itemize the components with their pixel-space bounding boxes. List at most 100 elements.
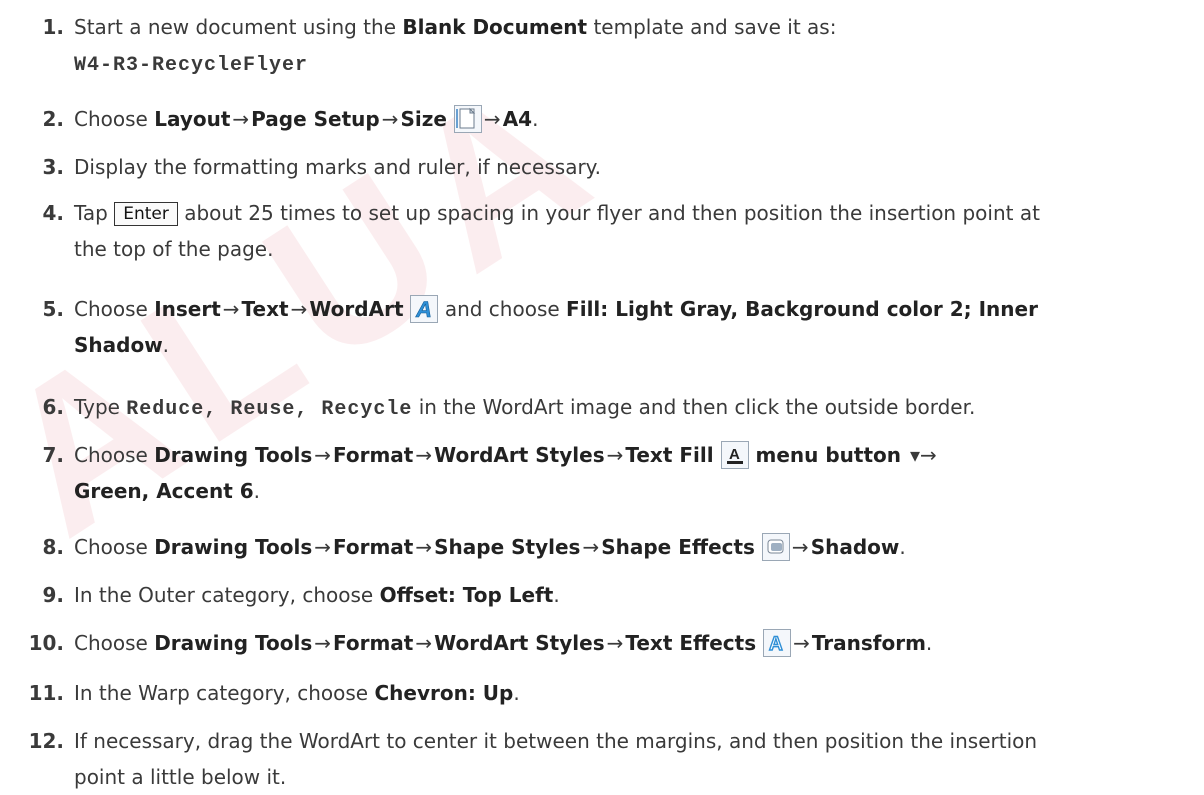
text-fill-icon: A [720,441,749,469]
step-text: . [899,535,906,559]
step-line: the top of the page. [74,232,1199,267]
arrow-separator: → [314,535,332,559]
step-text: Display the formatting marks and ruler, … [74,155,602,179]
step-bold-text: Drawing Tools [154,443,313,467]
step-text: Tap [74,201,115,225]
step-line: Choose Drawing Tools → Format → WordArt Styl… [74,626,1199,661]
step-bold-text: Shadow [74,333,163,357]
step-text: Choose [74,631,155,655]
text-effects-icon: A [763,629,792,657]
step-bold-text: Format [333,443,414,467]
arrow-separator: → [483,107,501,131]
step-text: the top of the page. [74,237,274,261]
step-text: about 25 times to set up spacing in your… [177,201,1040,225]
step-line: Choose Drawing Tools → Format → Shape Styles… [74,530,1199,565]
svg-text:A: A [769,634,783,655]
shape-effects-icon [761,533,790,561]
step-text: in the WordArt image and then click the … [412,395,976,419]
step-line: Start a new document using the Blank Doc… [74,10,1199,45]
step-bold-text: Text Fill [625,443,721,467]
step-bold-text: menu button [748,443,908,467]
step-bold-text: Page Setup [251,107,380,131]
step-text: . [162,333,170,357]
step-line: Green, Accent 6. [74,474,1199,509]
step-bold-text: Chevron: Up [374,681,514,705]
step-bold-text: WordArt [309,297,411,321]
arrow-separator: → [222,297,240,321]
arrow-separator: → [606,631,624,655]
svg-text:A: A [729,446,740,463]
step-line: In the Warp category, choose Chevron: Up… [74,676,1199,711]
step-bold-text: Format [333,535,414,559]
step-number: 9. [42,583,64,607]
step-bold-text: Blank Document [402,15,588,39]
step-text: and choose [438,297,567,321]
arrow-separator: ▾→ [909,443,937,467]
wordart-icon: A [410,295,439,323]
step-bold-text: Size [400,107,454,131]
code-text: W4-R3-RecycleFlyer [74,54,309,77]
arrow-separator: → [582,535,600,559]
step-line: Display the formatting marks and ruler, … [74,150,1199,185]
step-text: In the Outer category, choose [74,583,380,607]
step-number: 7. [42,443,64,467]
step-line: Choose Drawing Tools → Format → WordArt Styl… [74,438,1199,473]
step-number: 11. [28,681,64,705]
arrow-separator: → [791,535,809,559]
step-text: . [532,107,539,131]
step-text: If necessary, drag the WordArt to center… [74,729,1038,753]
step-number: 1. [42,15,64,39]
step-text: . [553,583,560,607]
step-number: 8. [42,535,64,559]
arrow-separator: → [415,443,433,467]
arrow-separator: → [314,631,332,655]
step-bold-text: Green, Accent 6 [74,479,254,503]
step-bold-text: WordArt Styles [434,631,605,655]
step-bold-text: Fill: Light Gray, Background color 2; In… [566,297,1038,321]
step-line: Shadow. [74,328,1199,363]
step-bold-text: A4 [502,107,533,131]
step-text: Type [74,395,127,419]
step-bold-text: Insert [154,297,221,321]
arrow-separator: → [381,107,399,131]
page-size-icon [453,105,482,133]
step-line: Choose Layout → Page Setup → Size → A4. [74,102,1199,137]
step-text: . [925,631,933,655]
step-text: Choose [74,107,155,131]
step-text: Choose [74,297,155,321]
step-text: In the Warp category, choose [74,681,375,705]
arrow-separator: → [793,631,810,655]
step-bold-text: Text [241,297,289,321]
step-line: W4-R3-RecycleFlyer [74,46,1199,83]
step-line: In the Outer category, choose Offset: To… [74,578,1199,613]
arrow-separator: → [232,107,250,131]
step-text: Start a new document using the [74,15,403,39]
step-line: point a little below it. [74,760,1199,795]
arrow-separator: → [415,631,433,655]
step-number: 3. [42,155,64,179]
step-line: Tap Enter about 25 times to set up spaci… [74,196,1199,231]
arrow-separator: → [606,443,624,467]
step-text: template and save it as: [587,15,837,39]
step-text: Choose [74,443,155,467]
step-number: 2. [42,107,64,131]
step-bold-text: Shape Styles [434,535,581,559]
step-text: . [253,479,260,503]
step-number: 4. [42,201,64,225]
code-text: Reduce, Reuse, Recycle [126,398,413,421]
step-bold-text: Drawing Tools [154,631,313,655]
step-bold-text: Transform [811,631,926,655]
step-bold-text: Offset: Top Left [379,583,554,607]
step-line: If necessary, drag the WordArt to center… [74,724,1199,759]
arrow-separator: → [415,535,433,559]
step-bold-text: Shadow [810,535,900,559]
step-number: 6. [42,395,64,419]
step-bold-text: Text Effects [625,631,764,655]
step-bold-text: Layout [154,107,231,131]
step-text: . [513,681,520,705]
step-bold-text: Shape Effects [601,535,762,559]
svg-text:A: A [415,297,432,322]
step-number: 5. [42,297,64,321]
step-bold-text: Format [333,631,414,655]
arrow-separator: → [314,443,332,467]
